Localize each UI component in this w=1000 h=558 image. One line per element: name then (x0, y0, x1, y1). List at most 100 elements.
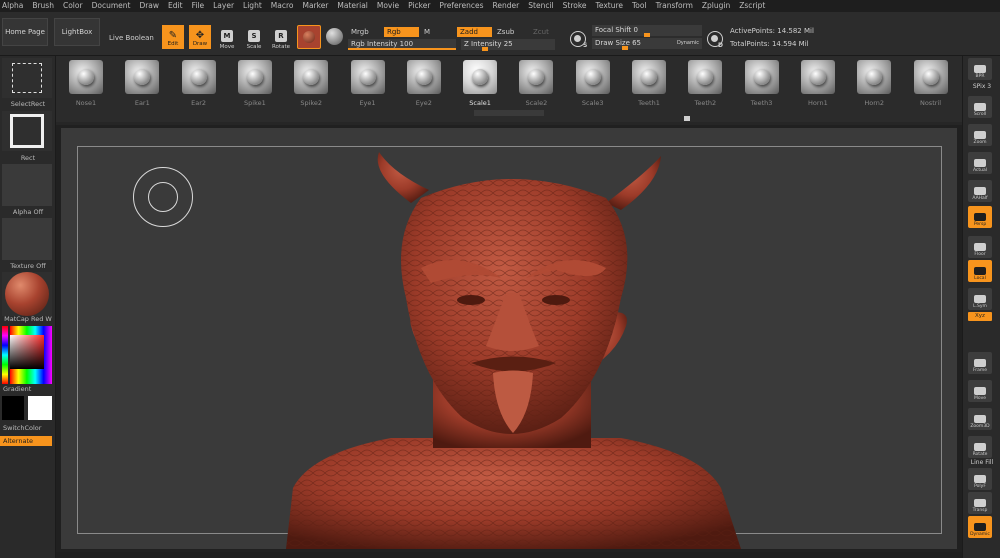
brush-teeth2[interactable]: Teeth2 (679, 58, 731, 116)
rotate-button[interactable]: R Rotate (270, 24, 292, 50)
right-move-button[interactable]: Move (968, 380, 992, 402)
brush-ear1[interactable]: Ear1 (116, 58, 168, 116)
right-frame-button[interactable]: Frame (968, 352, 992, 374)
switch-color-button[interactable]: SwitchColor (0, 424, 56, 432)
dynamic-icon (974, 523, 986, 531)
brush-label: Teeth3 (750, 99, 773, 107)
brush-eye1[interactable]: Eye1 (342, 58, 394, 116)
brush-spike2[interactable]: Spike2 (285, 58, 337, 116)
focal-shift-slider[interactable]: Focal Shift 0 (592, 25, 702, 37)
right-lsym-button[interactable]: L.Sym (968, 288, 992, 310)
menu-stencil[interactable]: Stencil (528, 0, 553, 12)
menu-file[interactable]: File (192, 0, 205, 12)
saturation-square[interactable] (10, 335, 44, 369)
menu-bar: Alpha Brush Color Document Draw Edit File Layer… (0, 0, 1000, 12)
right-bpr-button[interactable]: BPR (968, 58, 992, 80)
menu-transform[interactable]: Transform (656, 0, 693, 12)
menu-tool[interactable]: Tool (632, 0, 647, 12)
right-persp-button[interactable]: Persp (968, 206, 992, 228)
demon-bust-model[interactable] (61, 128, 957, 549)
right-polyf-button[interactable]: PolyF (968, 468, 992, 490)
zcut-toggle[interactable]: Zcut (530, 27, 558, 37)
menu-brush[interactable]: Brush (32, 0, 54, 12)
menu-color[interactable]: Color (63, 0, 83, 12)
m-toggle[interactable]: M (421, 27, 447, 37)
right-spix-label[interactable]: SPix 3 (963, 83, 1000, 90)
z-intensity-slider[interactable]: Z Intensity 25 (461, 39, 555, 51)
brush-spike1[interactable]: Spike1 (229, 58, 281, 116)
sphere-icon[interactable] (326, 28, 343, 45)
material-swatch-button[interactable] (297, 25, 321, 49)
brush-teeth1[interactable]: Teeth1 (623, 58, 675, 116)
dynamic-label[interactable]: Dynamic (677, 38, 699, 49)
brush-eye2[interactable]: Eye2 (398, 58, 450, 116)
right-actual-button[interactable]: Actual (968, 152, 992, 174)
transp-label: Transp (972, 508, 988, 513)
texture-button[interactable] (2, 218, 52, 260)
rgb-toggle[interactable]: Rgb (384, 27, 419, 37)
alternate-button[interactable]: Alternate (0, 436, 52, 446)
select-rect-button[interactable] (2, 58, 52, 98)
right-floor-button[interactable]: Floor (968, 236, 992, 258)
zsub-toggle[interactable]: Zsub (494, 27, 528, 37)
rect-button[interactable] (2, 111, 52, 151)
brush-shape-icon (78, 69, 94, 85)
document-canvas[interactable] (61, 128, 957, 549)
right-rotate-button[interactable]: Rotate (968, 436, 992, 458)
menu-zplugin[interactable]: Zplugin (702, 0, 730, 12)
right-aahalf-button[interactable]: AAHalf (968, 180, 992, 202)
menu-material[interactable]: Material (337, 0, 367, 12)
lightbox-button[interactable]: LightBox (54, 18, 100, 46)
live-boolean-button[interactable]: Live Boolean (109, 34, 154, 42)
brush-horn2[interactable]: Horn2 (848, 58, 900, 116)
secondary-color-swatch[interactable] (28, 396, 52, 420)
menu-document[interactable]: Document (92, 0, 131, 12)
menu-marker[interactable]: Marker (302, 0, 328, 12)
brush-nostril[interactable]: Nostril (905, 58, 957, 116)
right-dynamic-button[interactable]: Dynamic (968, 516, 992, 538)
menu-zscript[interactable]: Zscript (739, 0, 765, 12)
scale-button[interactable]: S Scale (243, 24, 265, 50)
menu-edit[interactable]: Edit (168, 0, 183, 12)
right-local-button[interactable]: Local (968, 260, 992, 282)
brush-scale1[interactable]: Scale1 (454, 58, 506, 116)
menu-light[interactable]: Light (243, 0, 262, 12)
menu-movie[interactable]: Movie (377, 0, 399, 12)
gradient-label[interactable]: Gradient (0, 385, 56, 393)
menu-preferences[interactable]: Preferences (439, 0, 483, 12)
draw-button[interactable]: ✥ Draw (189, 25, 211, 49)
brush-scale2[interactable]: Scale2 (510, 58, 562, 116)
move-button[interactable]: M Move (216, 24, 238, 50)
mrgb-toggle[interactable]: Mrgb (348, 27, 382, 37)
menu-render[interactable]: Render (493, 0, 520, 12)
rgb-intensity-slider[interactable]: Rgb Intensity 100 (348, 39, 456, 50)
zadd-toggle[interactable]: Zadd (457, 27, 492, 37)
brush-horn1[interactable]: Horn1 (792, 58, 844, 116)
brush-teeth3[interactable]: Teeth3 (736, 58, 788, 116)
menu-draw[interactable]: Draw (139, 0, 159, 12)
alpha-button[interactable] (2, 164, 52, 206)
menu-stroke[interactable]: Stroke (563, 0, 587, 12)
matcap-button[interactable] (2, 272, 52, 316)
menu-picker[interactable]: Picker (408, 0, 430, 12)
brush-nose1[interactable]: Nose1 (60, 58, 112, 116)
shelf-scroll-marker[interactable] (684, 116, 690, 121)
right-scroll-button[interactable]: Scroll (968, 96, 992, 118)
right-xyz-button[interactable]: Xyz (968, 312, 992, 321)
right-transp-button[interactable]: Transp (968, 492, 992, 514)
hue-strip[interactable] (2, 326, 8, 384)
menu-alpha[interactable]: Alpha (2, 0, 23, 12)
home-page-button[interactable]: Home Page (2, 18, 48, 46)
right-line-fill-label: Line Fill (970, 459, 994, 466)
color-picker[interactable] (2, 326, 52, 384)
right-zoom-button[interactable]: Zoom (968, 124, 992, 146)
right-zoom3d-button[interactable]: Zoom3D (968, 408, 992, 430)
brush-scale3[interactable]: Scale3 (567, 58, 619, 116)
menu-texture[interactable]: Texture (596, 0, 623, 12)
brush-ear2[interactable]: Ear2 (173, 58, 225, 116)
primary-color-swatch[interactable] (2, 396, 24, 420)
draw-size-slider[interactable]: Draw Size 65 Dynamic (592, 38, 702, 50)
menu-layer[interactable]: Layer (213, 0, 234, 12)
edit-button[interactable]: ✎ Edit (162, 25, 184, 49)
menu-macro[interactable]: Macro (271, 0, 294, 12)
